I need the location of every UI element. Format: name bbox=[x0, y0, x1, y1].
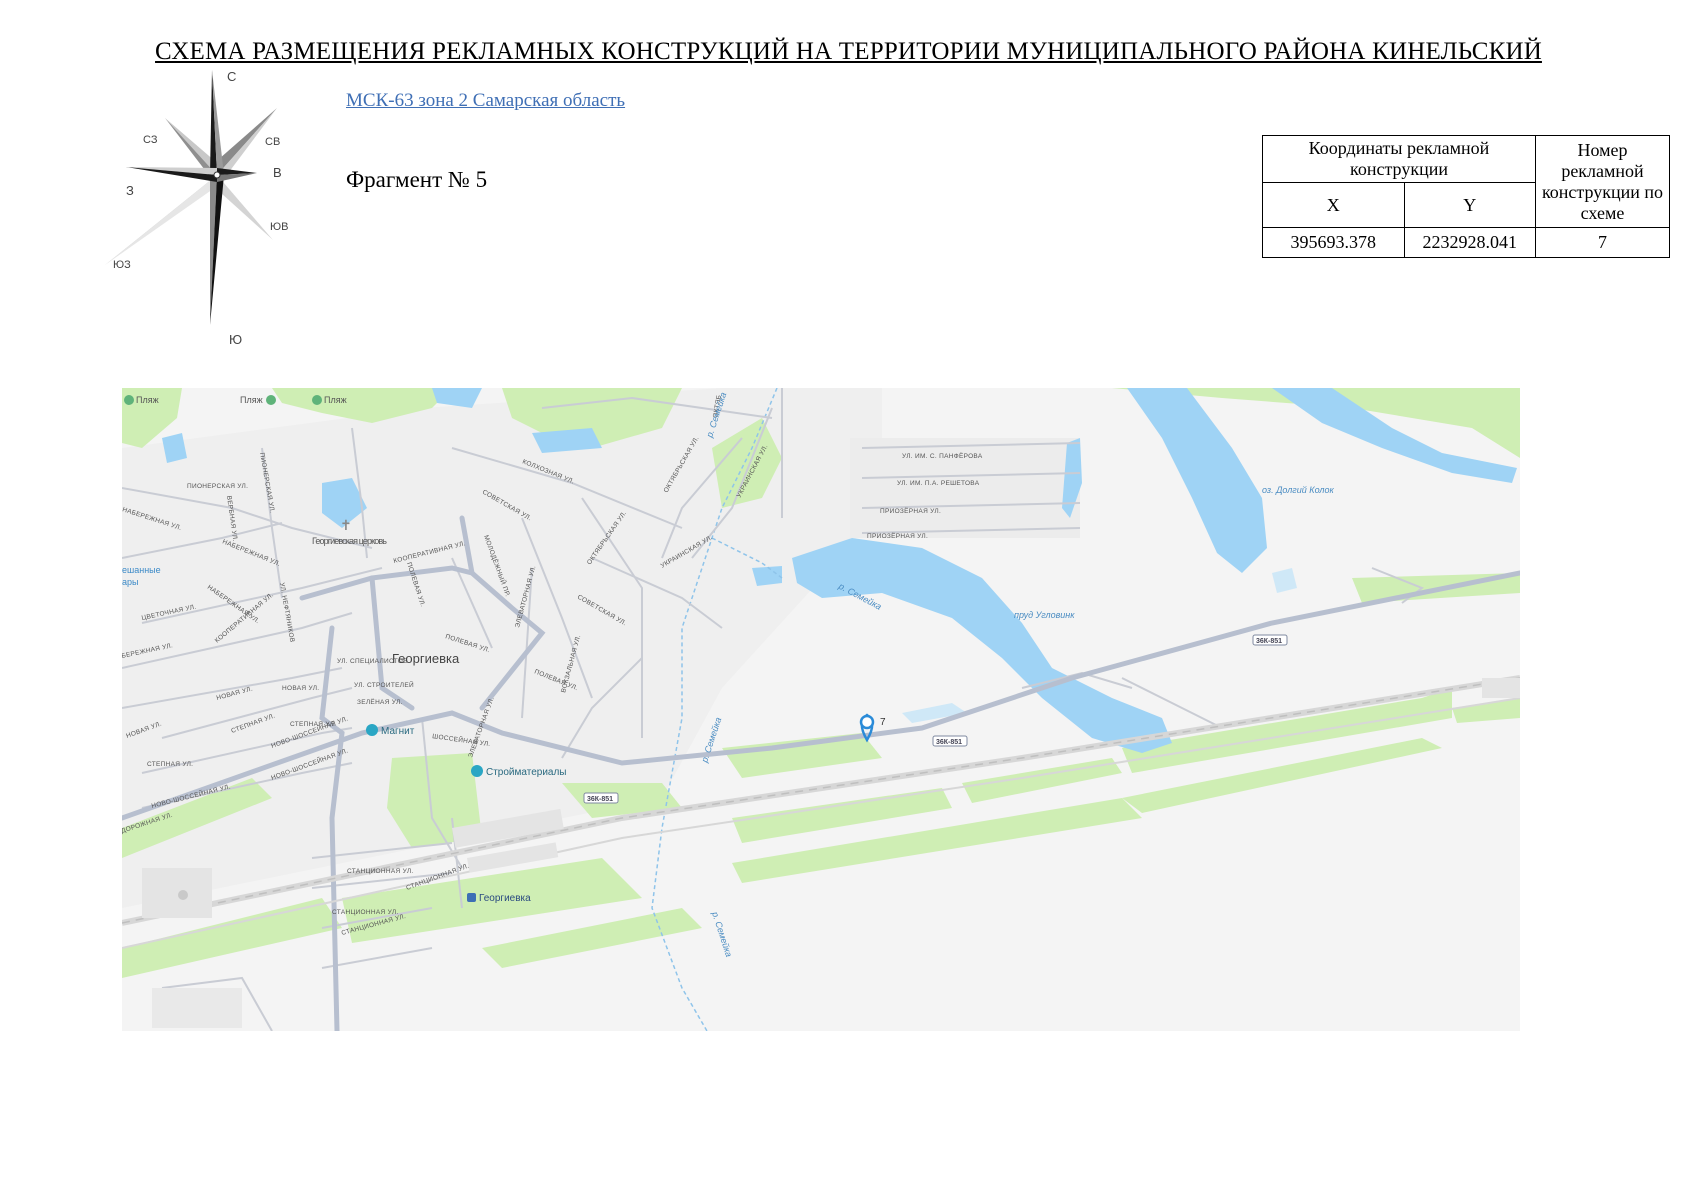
compass-s: Ю bbox=[229, 332, 242, 347]
poi-stroymaterialy[interactable]: Стройматериалы bbox=[486, 767, 567, 778]
cell-num: 7 bbox=[1535, 227, 1670, 258]
beach-icon[interactable] bbox=[266, 395, 276, 405]
shop-icon[interactable] bbox=[471, 765, 483, 777]
station-icon[interactable] bbox=[467, 893, 476, 902]
settlement-label: Георгиевка bbox=[392, 651, 460, 666]
poi-beach-1[interactable]: Пляж bbox=[136, 395, 159, 405]
compass-ne: СВ bbox=[265, 136, 280, 148]
street-label: ЗЕЛЁНАЯ УЛ. bbox=[357, 698, 403, 706]
fragment-number: Фрагмент № 5 bbox=[346, 167, 488, 192]
poi-church[interactable]: Георгиевская церковь bbox=[312, 536, 387, 546]
poi-beach-3[interactable]: Пляж bbox=[324, 395, 347, 405]
lake-label: оз. Долгий Колок bbox=[1262, 485, 1334, 495]
coordinates-table: Координаты рекламной конструкции Номер р… bbox=[1262, 135, 1670, 258]
street-label: ПРИОЗЁРНАЯ УЛ. bbox=[880, 507, 941, 515]
compass-n: С bbox=[227, 70, 236, 84]
street-label: СТАНЦИОННАЯ УЛ. bbox=[332, 909, 399, 916]
header-number: Номер рекламной конструкции по схеме bbox=[1535, 135, 1670, 228]
street-label: УЛ. ИМ. С. ПАНФЁРОВА bbox=[902, 452, 983, 460]
shop-icon[interactable] bbox=[366, 724, 378, 736]
header-x: X bbox=[1262, 182, 1405, 228]
crs-link[interactable]: МСК-63 зона 2 Самарская область bbox=[346, 90, 625, 112]
road-shield-3-label: 36К-851 bbox=[1256, 638, 1282, 645]
beach-icon[interactable] bbox=[312, 395, 322, 405]
church-icon[interactable]: ✝ bbox=[340, 517, 352, 533]
road-shield-2-label: 36К-851 bbox=[936, 739, 962, 746]
poi-mixed-a: ешанные bbox=[122, 565, 161, 575]
street-label: СТЕПНАЯ УЛ. bbox=[147, 761, 193, 768]
poi-magnit[interactable]: Магнит bbox=[381, 726, 415, 737]
compass-e: В bbox=[273, 165, 282, 180]
header-coords: Координаты рекламной конструкции bbox=[1262, 135, 1536, 183]
compass-nw: СЗ bbox=[143, 134, 158, 146]
road-shield-1-label: 36К-851 bbox=[587, 796, 613, 803]
street-label: УЛ. ИМ. П.А. РЕШЕТОВА bbox=[897, 480, 980, 487]
street-label: НОВАЯ УЛ. bbox=[282, 685, 319, 692]
place-icon bbox=[178, 890, 188, 900]
document-title: СХЕМА РАЗМЕЩЕНИЯ РЕКЛАМНЫХ КОНСТРУКЦИЙ Н… bbox=[155, 38, 1542, 65]
cell-x: 395693.378 bbox=[1262, 227, 1405, 258]
beach-icon[interactable] bbox=[124, 395, 134, 405]
pond-label: пруд Угловинк bbox=[1014, 610, 1075, 620]
street-label: ПРИОЗЁРНАЯ УЛ. bbox=[867, 532, 928, 540]
map-fragment[interactable]: 36К-851 36К-851 36К-851 ПИОНЕРСКАЯ УЛ. П… bbox=[122, 388, 1520, 1031]
street-label: УЛ. СТРОИТЕЛЕЙ bbox=[354, 680, 414, 689]
compass-w: З bbox=[126, 183, 134, 198]
compass-sw: ЮЗ bbox=[113, 259, 131, 271]
compass-rose-icon: С СВ В ЮВ Ю ЮЗ З СЗ bbox=[105, 70, 288, 347]
street-label: ПИОНЕРСКАЯ УЛ. bbox=[187, 483, 248, 490]
table-row: 395693.378 2232928.041 7 bbox=[1262, 227, 1670, 258]
cell-y: 2232928.041 bbox=[1403, 227, 1537, 258]
marker-label: 7 bbox=[880, 717, 886, 728]
poi-station[interactable]: Георгиевка bbox=[479, 893, 531, 904]
street-label: СТАНЦИОННАЯ УЛ. bbox=[347, 868, 414, 875]
header-y: Y bbox=[1403, 182, 1537, 228]
poi-beach-2[interactable]: Пляж bbox=[240, 395, 263, 405]
poi-mixed-b: ары bbox=[122, 577, 138, 587]
compass-se: ЮВ bbox=[270, 221, 288, 233]
